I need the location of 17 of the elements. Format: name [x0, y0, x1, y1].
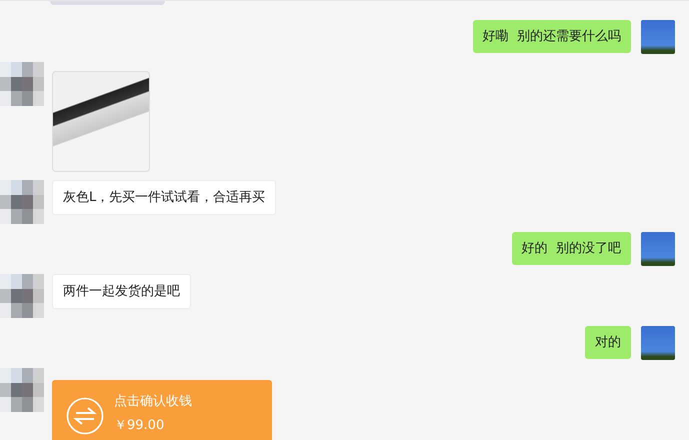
- transfer-card[interactable]: 点击确认收钱 ￥99.00: [52, 380, 272, 440]
- avatar-mosaic[interactable]: [0, 274, 44, 318]
- avatar-mosaic[interactable]: [0, 62, 44, 106]
- message-bubble: 好的 别的没了吧: [512, 232, 631, 265]
- transfer-title: 点击确认收钱: [114, 393, 192, 410]
- message-bubble: 灰色L，先买一件试试看，合适再买: [52, 180, 276, 215]
- photo-placeholder[interactable]: [52, 71, 150, 172]
- transfer-icon: [66, 397, 104, 435]
- avatar-photo[interactable]: [641, 232, 675, 266]
- message-bubble: 好嘞 别的还需要什么吗: [472, 20, 631, 53]
- avatar-photo[interactable]: [641, 326, 675, 360]
- message-bubble: 两件一起发货的是吧: [52, 274, 191, 309]
- avatar-mosaic[interactable]: [0, 368, 44, 412]
- avatar-mosaic[interactable]: [0, 180, 44, 224]
- avatar-photo[interactable]: [641, 20, 675, 54]
- message-bubble: 对的: [585, 326, 631, 359]
- transfer-amount: ￥99.00: [114, 417, 166, 434]
